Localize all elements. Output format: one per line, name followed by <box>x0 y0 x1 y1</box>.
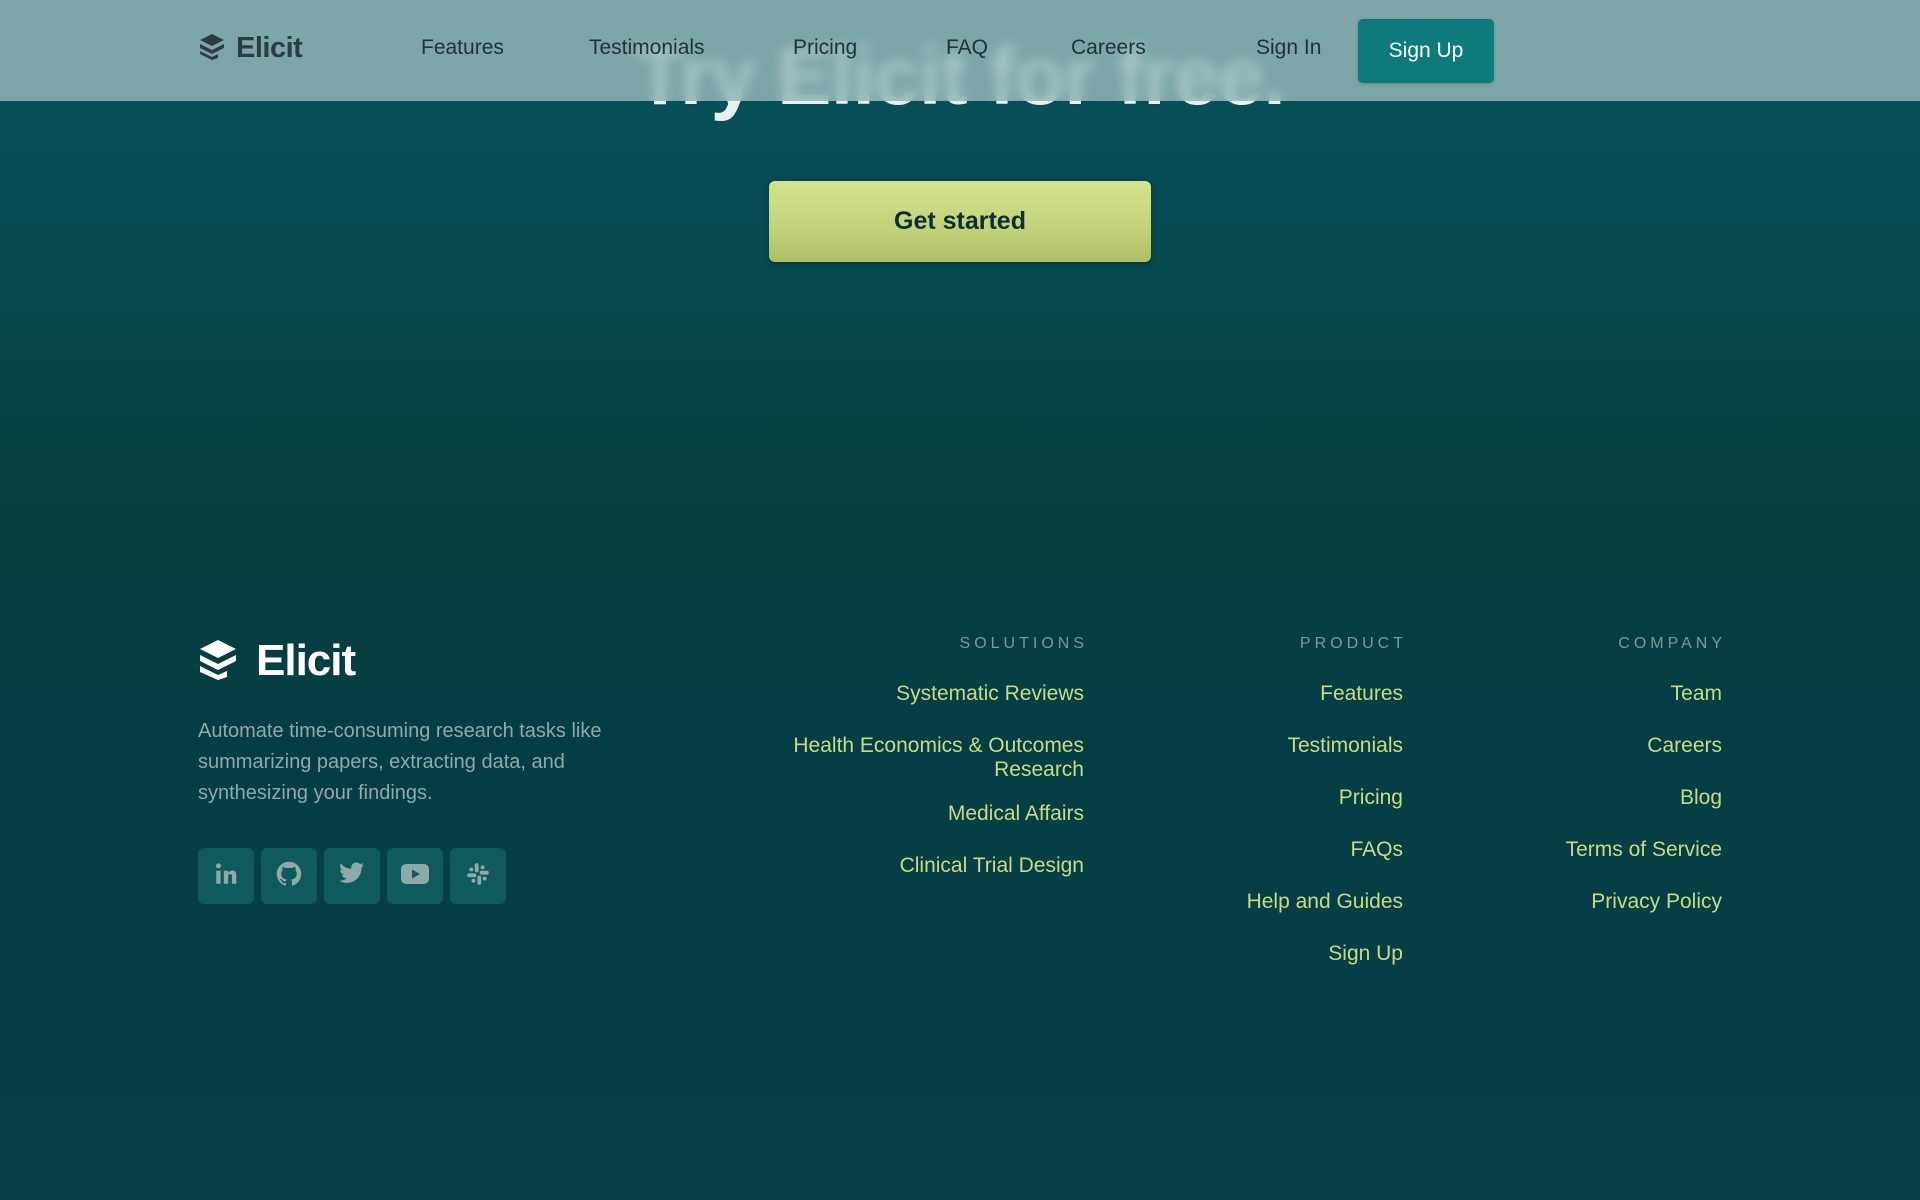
twitter-button[interactable] <box>324 848 380 904</box>
header-logo-text: Elicit <box>236 32 303 64</box>
footer-column-company: COMPANY Team Careers Blog Terms of Servi… <box>1462 634 1722 942</box>
nav-careers[interactable]: Careers <box>1071 36 1146 60</box>
footer-tagline: Automate time-consuming research tasks l… <box>198 720 602 804</box>
elicit-logo-icon <box>198 638 238 685</box>
footer-link-privacy-policy[interactable]: Privacy Policy <box>1591 890 1722 913</box>
footer-link-faqs[interactable]: FAQs <box>1350 838 1403 861</box>
nav-faq[interactable]: FAQ <box>946 36 988 60</box>
footer-column-solutions: SOLUTIONS Systematic Reviews Health Econ… <box>744 634 1084 906</box>
footer-column-product: PRODUCT Features Testimonials Pricing FA… <box>1143 634 1403 994</box>
nav-features[interactable]: Features <box>421 36 504 60</box>
footer-link-testimonials[interactable]: Testimonials <box>1287 734 1403 757</box>
linkedin-button[interactable] <box>198 848 254 904</box>
footer-link-features[interactable]: Features <box>1320 682 1403 705</box>
footer-link-clinical-trial-design[interactable]: Clinical Trial Design <box>900 854 1084 877</box>
footer-link-systematic-reviews[interactable]: Systematic Reviews <box>896 682 1084 705</box>
social-links <box>198 848 506 904</box>
footer-link-terms-of-service[interactable]: Terms of Service <box>1566 838 1722 861</box>
footer-link-help-and-guides[interactable]: Help and Guides <box>1247 890 1403 913</box>
youtube-button[interactable] <box>387 848 443 904</box>
footer-link-heor[interactable]: Health Economics & Outcomes Research <box>784 734 1084 782</box>
column-heading: SOLUTIONS <box>959 635 1088 652</box>
header-logo[interactable]: Elicit <box>198 32 303 65</box>
footer-link-medical-affairs[interactable]: Medical Affairs <box>948 802 1084 825</box>
slack-button[interactable] <box>450 848 506 904</box>
linkedin-icon <box>213 861 239 892</box>
get-started-button[interactable]: Get started <box>769 181 1151 262</box>
sign-in-link[interactable]: Sign In <box>1256 36 1321 60</box>
column-heading: PRODUCT <box>1299 635 1407 652</box>
footer-link-blog[interactable]: Blog <box>1680 786 1722 809</box>
sign-up-button[interactable]: Sign Up <box>1358 19 1494 83</box>
youtube-icon <box>401 863 429 889</box>
footer-logo[interactable]: Elicit <box>198 636 356 686</box>
nav-testimonials[interactable]: Testimonials <box>589 36 705 60</box>
elicit-logo-icon <box>198 32 226 65</box>
slack-icon <box>465 861 491 892</box>
footer-link-careers[interactable]: Careers <box>1647 734 1722 757</box>
column-heading: COMPANY <box>1618 635 1726 652</box>
site-header: Elicit Features Testimonials Pricing FAQ… <box>0 0 1920 101</box>
github-icon <box>275 860 303 893</box>
footer-link-team[interactable]: Team <box>1671 682 1722 705</box>
twitter-icon <box>339 862 365 891</box>
footer-logo-text: Elicit <box>256 636 356 685</box>
footer-link-sign-up[interactable]: Sign Up <box>1328 942 1403 965</box>
footer-link-pricing[interactable]: Pricing <box>1339 786 1403 809</box>
nav-pricing[interactable]: Pricing <box>793 36 857 60</box>
github-button[interactable] <box>261 848 317 904</box>
